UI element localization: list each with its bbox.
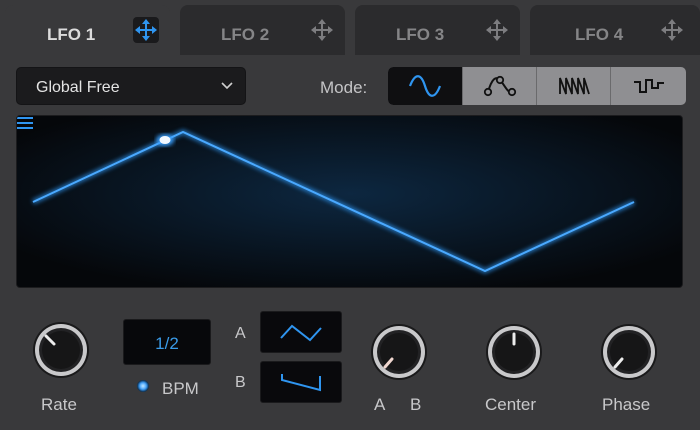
wave-b-letter: B bbox=[235, 374, 246, 391]
sawtooth-wave-icon bbox=[281, 374, 321, 392]
rate-value: 1/2 bbox=[155, 334, 179, 353]
tab-lfo-2[interactable]: LFO 2 bbox=[180, 5, 345, 55]
bpm-label: BPM bbox=[162, 379, 199, 398]
ab-mix-knob[interactable] bbox=[369, 322, 429, 382]
rate-knob[interactable] bbox=[31, 320, 91, 380]
move-arrows-icon[interactable] bbox=[659, 17, 685, 43]
playhead-dot bbox=[159, 136, 171, 144]
mode-sine-button[interactable] bbox=[388, 67, 462, 105]
mode-selector bbox=[388, 67, 686, 105]
mode-label: Mode: bbox=[320, 78, 368, 97]
step-sequencer-icon bbox=[633, 79, 664, 93]
move-arrows-icon[interactable] bbox=[133, 17, 159, 43]
tab-lfo-3-label: LFO 3 bbox=[396, 25, 445, 44]
tab-lfo-4-label: LFO 4 bbox=[575, 25, 624, 44]
tab-lfo-3[interactable]: LFO 3 bbox=[355, 5, 520, 55]
ab-label-a: A bbox=[374, 395, 386, 414]
wave-b-button[interactable] bbox=[260, 361, 342, 403]
tab-lfo-1[interactable]: LFO 1 bbox=[5, 5, 170, 55]
move-arrows-icon[interactable] bbox=[484, 17, 510, 43]
triangle-wave-icon bbox=[280, 324, 322, 342]
wave-a-button[interactable] bbox=[260, 311, 342, 353]
phase-knob[interactable] bbox=[599, 322, 659, 382]
rate-value-display[interactable]: 1/2 bbox=[123, 319, 211, 365]
mode-sawtooth-button[interactable] bbox=[536, 67, 610, 105]
menu-list-icon[interactable] bbox=[17, 116, 33, 130]
ab-label-b: B bbox=[410, 395, 422, 414]
lfo-waveform-display[interactable] bbox=[16, 115, 683, 288]
sine-wave-icon bbox=[408, 75, 442, 97]
preset-label: Global Free bbox=[36, 79, 120, 96]
chevron-down-icon bbox=[221, 82, 233, 90]
tab-lfo-4[interactable]: LFO 4 bbox=[530, 5, 700, 55]
preset-dropdown[interactable]: Global Free bbox=[16, 67, 246, 105]
move-arrows-icon[interactable] bbox=[309, 17, 335, 43]
center-label: Center bbox=[485, 395, 537, 414]
wave-a-letter: A bbox=[235, 325, 246, 342]
tab-lfo-2-label: LFO 2 bbox=[221, 25, 270, 44]
waveform-graph bbox=[17, 116, 682, 287]
phase-label: Phase bbox=[602, 395, 651, 414]
lfo-panel: LFO 1 LFO 2 LFO 3 LFO 4 Global Free Mode… bbox=[0, 0, 700, 430]
center-knob[interactable] bbox=[484, 322, 544, 382]
curve-nodes-icon bbox=[483, 75, 516, 97]
mode-step-button[interactable] bbox=[610, 67, 686, 105]
sawtooth-steps-icon bbox=[558, 77, 590, 95]
bpm-sync-toggle[interactable] bbox=[137, 380, 149, 392]
rate-label: Rate bbox=[41, 395, 77, 414]
tab-lfo-1-label: LFO 1 bbox=[47, 25, 96, 44]
mode-curve-button[interactable] bbox=[462, 67, 536, 105]
